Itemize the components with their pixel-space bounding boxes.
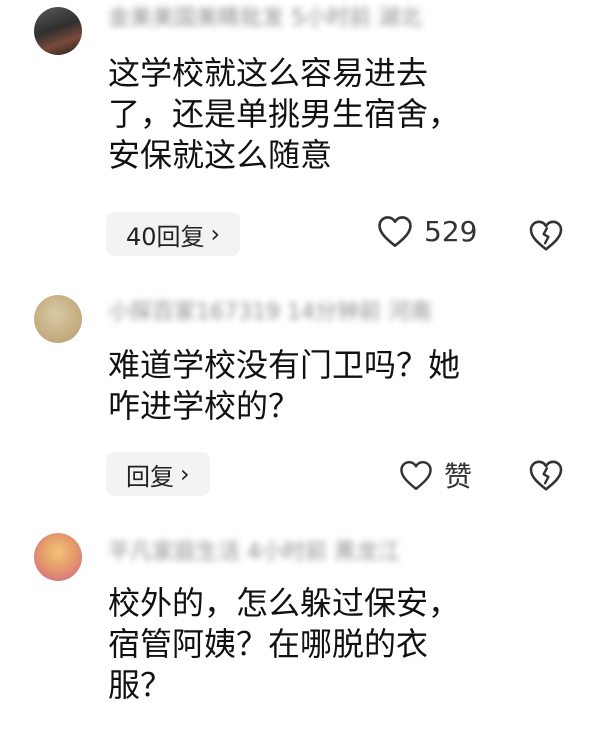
- broken-heart-icon[interactable]: [528, 457, 564, 493]
- avatar[interactable]: [34, 533, 82, 581]
- like-label: 赞: [444, 460, 473, 493]
- avatar[interactable]: [34, 7, 82, 55]
- reply-button[interactable]: 回复 ›: [106, 452, 210, 496]
- heart-outline-icon: [400, 460, 432, 491]
- like-count: 529: [424, 214, 478, 248]
- reply-label: 40回复: [126, 222, 205, 251]
- like-button[interactable]: 529: [376, 214, 477, 248]
- comment-text: 难道学校没有门卫吗？她 咋进学校的？: [108, 346, 461, 425]
- chevron-right-icon: ›: [180, 460, 190, 488]
- broken-heart-icon[interactable]: [528, 217, 564, 253]
- avatar[interactable]: [34, 295, 82, 343]
- comment-text: 校外的，怎么躲过保安， 宿管阿姨？在哪脱的衣 服？: [108, 584, 461, 704]
- comment-meta: 小探百家167319 14分钟前 河南: [108, 300, 432, 325]
- reply-button[interactable]: 40回复 ›: [106, 212, 241, 256]
- like-button[interactable]: 赞: [398, 455, 472, 495]
- comment-meta: 平凡家庭生活 4小时前 黑龙江: [108, 540, 400, 565]
- reply-label: 回复: [126, 462, 174, 491]
- chevron-right-icon: ›: [210, 220, 221, 248]
- heart-outline-icon: [378, 216, 412, 247]
- comment-text: 这学校就这么容易进去 了，还是单挑男生宿舍， 安保就这么随意: [108, 54, 461, 174]
- comment-meta: 金美美国美睛批发 5小时前 湖北: [108, 6, 422, 31]
